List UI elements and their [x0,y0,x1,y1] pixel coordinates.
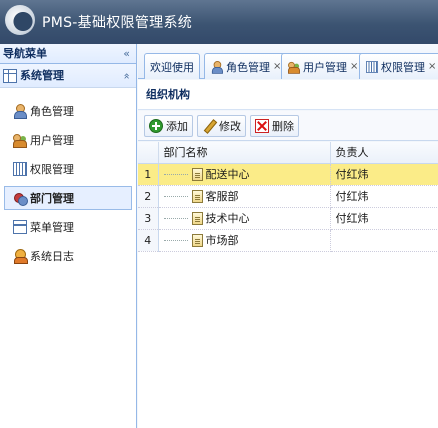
row-number: 4 [138,229,159,252]
section-collapse-icon[interactable]: « [115,73,139,80]
department-icon [13,191,28,206]
sidebar-item-label: 系统日志 [30,250,74,263]
dept-name: 配送中心 [205,168,250,181]
close-icon[interactable]: × [350,61,358,72]
sidebar-item-label: 权限管理 [30,163,74,176]
app-title: PMS-基础权限管理系统 [42,15,193,31]
permission-icon [366,60,378,73]
section-header-system[interactable]: 系统管理 « [0,64,136,88]
table-row[interactable]: 1 配送中心 付红炜 [138,163,438,186]
tree-line [163,239,188,241]
pencil-icon [202,119,216,133]
manager-cell: 付红炜 [330,185,438,208]
dept-name-cell: 配送中心 [158,163,331,186]
permission-icon [13,162,27,176]
dept-name-cell: 市场部 [158,229,331,252]
add-icon [149,118,163,133]
users-icon [288,61,300,74]
tab-label: 权限管理 [381,60,425,74]
menu-icon [13,220,27,234]
tab-welcome[interactable]: 欢迎使用 [144,53,200,79]
delete-icon [255,118,269,133]
tab-label: 欢迎使用 [150,60,194,74]
sidebar-item-permission[interactable]: 权限管理 [4,157,132,181]
tab-permission[interactable]: 权限管理 × [359,53,438,79]
sidebar-item-menu[interactable]: 菜单管理 [4,215,132,239]
manager-cell: 付红炜 [330,207,438,230]
file-icon [191,233,203,247]
dept-name: 客服部 [205,190,239,203]
column-header-name[interactable]: 部门名称 [158,142,331,164]
section-title: 系统管理 [20,68,64,82]
table-row[interactable]: 3 技术中心 付红炜 [138,207,438,230]
collapse-sidebar-icon[interactable]: « [123,44,130,64]
tab-label: 用户管理 [303,60,347,74]
sidebar-item-user[interactable]: 用户管理 [4,128,132,152]
department-tree-grid: 部门名称 负责人 1 配送中心 付红炜 2 客服部 付红炜 3 技术中心 付红炜… [138,142,438,428]
close-icon[interactable]: × [428,61,436,72]
dept-name: 技术中心 [205,212,250,225]
edit-label: 修改 [219,119,241,133]
tree-line [163,217,188,219]
nav-panel-title: 导航菜单 [3,47,47,60]
dept-name-cell: 技术中心 [158,207,331,230]
delete-label: 删除 [272,119,294,133]
file-icon [191,211,203,225]
column-header-manager[interactable]: 负责人 [330,142,438,164]
row-number: 3 [138,207,159,230]
sidebar-item-label: 菜单管理 [30,221,74,234]
table-row[interactable]: 4 市场部 [138,229,438,252]
role-icon [211,60,223,74]
nav-panel-header: 导航菜单 « [0,44,136,64]
grid-icon [3,68,17,83]
sidebar-menu: 角色管理 用户管理 权限管理 部门管理 菜单管理 系统日志 [0,88,136,268]
manager-cell: 付红炜 [330,163,438,186]
grid-header-row: 部门名称 负责人 [138,142,438,164]
tab-bar: 欢迎使用 角色管理 × 用户管理 × 权限管理 × [138,44,438,79]
tab-role[interactable]: 角色管理 × [204,53,288,79]
tree-line [163,173,188,175]
role-icon [13,104,27,119]
add-button[interactable]: 添加 [144,114,193,137]
sidebar-item-role[interactable]: 角色管理 [4,99,132,123]
manager-cell [330,229,438,252]
app-logo-icon [5,5,35,35]
row-number: 1 [138,163,159,186]
table-row[interactable]: 2 客服部 付红炜 [138,185,438,208]
file-icon [191,167,203,181]
tab-label: 角色管理 [226,60,270,74]
add-label: 添加 [166,119,188,133]
grid-toolbar: 添加 修改 删除 [138,111,438,141]
sidebar-item-log[interactable]: 系统日志 [4,244,132,268]
row-number: 2 [138,185,159,208]
sidebar-item-department[interactable]: 部门管理 [4,186,132,210]
sidebar-item-label: 用户管理 [30,134,74,147]
tab-user[interactable]: 用户管理 × [281,53,365,79]
app-header: PMS-基础权限管理系统 [0,0,438,44]
rownum-header [138,142,159,164]
users-icon [13,133,27,148]
sidebar: 导航菜单 « 系统管理 « 角色管理 用户管理 权限管理 部门管理 菜单管理 系… [0,44,137,428]
edit-button[interactable]: 修改 [197,114,246,137]
dept-name-cell: 客服部 [158,185,331,208]
sidebar-item-label: 角色管理 [30,105,74,118]
panel-title: 组织机构 [138,80,438,110]
file-icon [191,189,203,203]
tree-line [163,195,188,197]
log-icon [13,249,28,264]
sidebar-item-label: 部门管理 [30,192,74,205]
delete-button[interactable]: 删除 [250,114,299,137]
dept-name: 市场部 [205,234,239,247]
